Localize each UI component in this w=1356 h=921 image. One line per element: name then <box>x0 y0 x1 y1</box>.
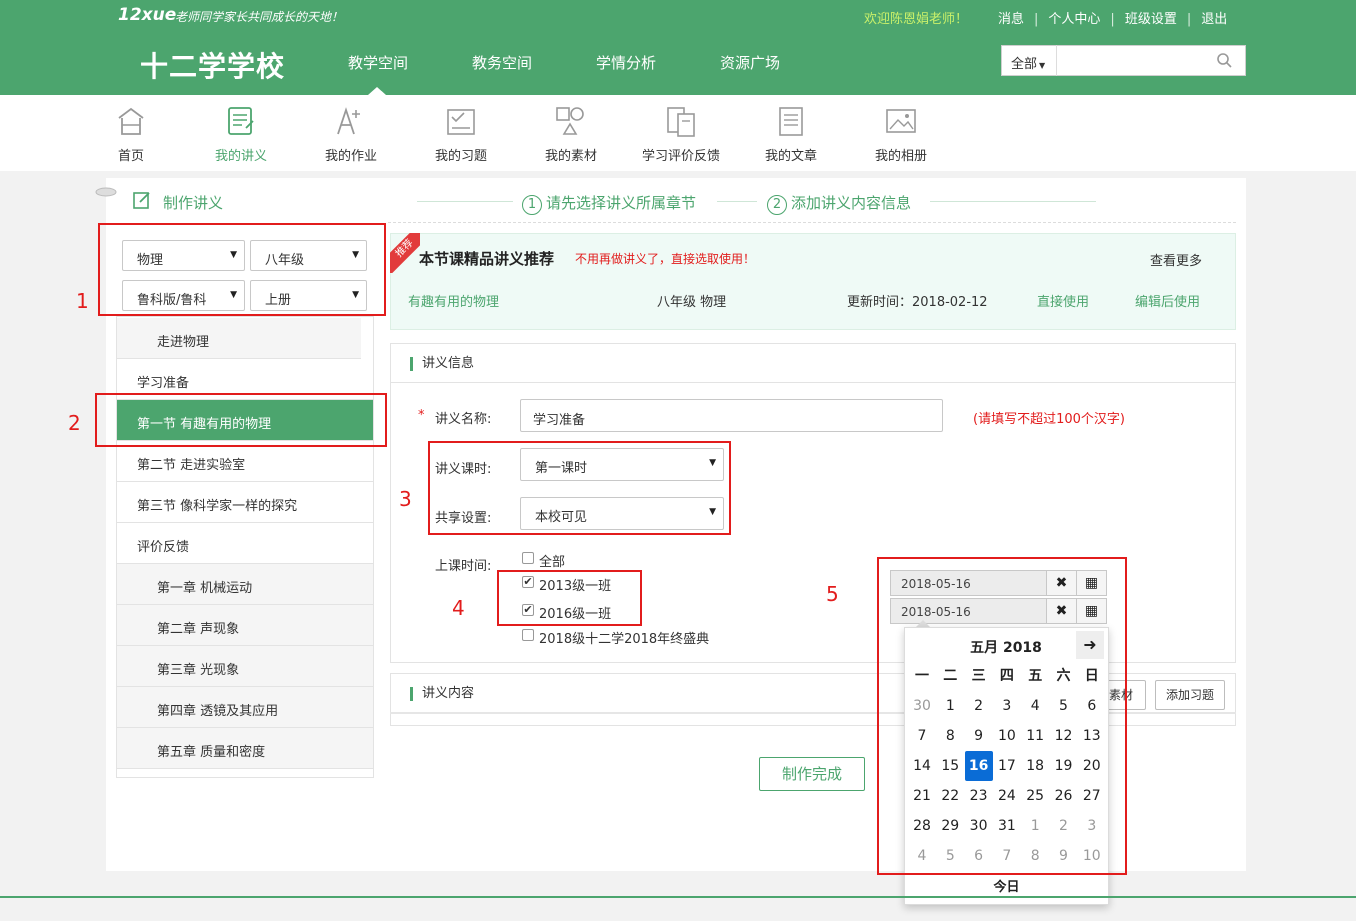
add-exercise-button[interactable]: 添加习题 <box>1155 680 1225 710</box>
class-checkbox-all[interactable] <box>522 552 534 564</box>
class-label: 2018级十二学2018年终盛典 <box>539 632 710 647</box>
annotation-label-4: 4 <box>452 596 465 620</box>
view-more-link[interactable]: 查看更多 <box>1150 250 1202 269</box>
edit-then-use-link[interactable]: 编辑后使用 <box>1135 291 1200 310</box>
article-icon[interactable] <box>766 104 816 138</box>
exercise-icon[interactable] <box>436 104 486 138</box>
nav-academic[interactable]: 教务空间 <box>472 52 532 73</box>
annotation-box-1 <box>98 223 386 316</box>
notes-icon[interactable] <box>216 104 266 138</box>
feedback-icon[interactable] <box>656 104 706 138</box>
annotation-box-3 <box>428 441 731 535</box>
iconbar-exercise-label[interactable]: 我的习题 <box>411 145 511 164</box>
chapter-item[interactable]: 第三章 光现象 <box>117 646 373 687</box>
annotation-label-5: 5 <box>826 582 839 606</box>
chapter-item[interactable]: 第二章 声现象 <box>117 605 373 646</box>
info-section-title: 讲义信息 <box>410 357 474 371</box>
name-input[interactable]: 学习准备 <box>520 399 943 432</box>
class-label: 全部 <box>539 555 566 570</box>
page-title: 制作讲义 <box>163 194 224 212</box>
iconbar-feedback-label[interactable]: 学习评价反馈 <box>631 145 731 164</box>
pin-icon <box>95 187 117 197</box>
iconbar-notes-label[interactable]: 我的讲义 <box>191 145 291 164</box>
nav-active-indicator <box>368 87 386 95</box>
recommend-name-link[interactable]: 有趣有用的物理 <box>408 291 499 310</box>
iconbar-article-label[interactable]: 我的文章 <box>741 145 841 164</box>
today-button[interactable]: 今日 <box>904 876 1109 895</box>
annotation-label-3: 3 <box>399 487 412 511</box>
step-line <box>717 201 757 202</box>
home-icon[interactable] <box>106 104 156 138</box>
finish-button[interactable]: 制作完成 <box>759 757 865 791</box>
site-logo[interactable]: 12xue <box>118 5 176 25</box>
recommend-updated: 更新时间：2018-02-12 <box>847 295 988 310</box>
name-label: 讲义名称: <box>435 412 492 427</box>
school-name[interactable]: 十二学学校 <box>140 45 285 85</box>
footer-line <box>0 896 1356 898</box>
top-links: 消息 | 个人中心 | 班级设置 | 退出 <box>998 12 1228 27</box>
nav-teaching[interactable]: 教学空间 <box>348 52 408 73</box>
logout-link[interactable]: 退出 <box>1201 12 1227 27</box>
material-icon[interactable] <box>546 104 596 138</box>
chapter-item[interactable]: 第四章 透镜及其应用 <box>117 687 373 728</box>
name-hint: (请填写不超过100个汉字) <box>973 412 1125 427</box>
step-2: 2 添加讲义内容信息 <box>767 192 911 215</box>
iconbar-material-label[interactable]: 我的素材 <box>521 145 621 164</box>
search-scope-select[interactable]: 全部 ▼ <box>1001 45 1057 76</box>
annotation-box-5 <box>877 557 1127 875</box>
use-directly-link[interactable]: 直接使用 <box>1037 291 1089 310</box>
annotation-box-4 <box>497 570 642 626</box>
album-icon[interactable] <box>876 104 926 138</box>
welcome-text: 欢迎陈恩娟老师！ <box>864 12 969 27</box>
chapter-item[interactable]: 走进物理 <box>117 318 361 359</box>
recommend-ribbon: 推荐 <box>390 233 420 273</box>
content-section-title: 讲义内容 <box>410 687 474 701</box>
step-line <box>417 201 513 202</box>
iconbar-home-label[interactable]: 首页 <box>81 145 181 164</box>
homework-icon[interactable] <box>326 104 376 138</box>
step-1: 1 请先选择讲义所属章节 <box>522 192 696 215</box>
chapter-item[interactable]: 第二节 走进实验室 <box>117 441 373 482</box>
edit-icon <box>133 192 150 209</box>
nav-resources[interactable]: 资源广场 <box>720 52 780 73</box>
class-checkbox[interactable] <box>522 629 534 641</box>
annotation-box-2 <box>95 393 387 447</box>
chapter-item[interactable]: 第五章 质量和密度 <box>117 728 373 769</box>
search-icon[interactable] <box>1216 52 1232 68</box>
messages-link[interactable]: 消息 <box>998 12 1024 27</box>
chapter-item[interactable]: 第三节 像科学家一样的探究 <box>117 482 373 523</box>
required-mark: * <box>418 408 425 423</box>
step-line <box>930 201 1096 202</box>
time-label: 上课时间: <box>435 559 492 574</box>
class-settings-link[interactable]: 班级设置 <box>1125 12 1177 27</box>
chapter-item[interactable]: 评价反馈 <box>117 523 373 564</box>
nav-analysis[interactable]: 学情分析 <box>596 52 656 73</box>
iconbar-homework-label[interactable]: 我的作业 <box>301 145 401 164</box>
site-slogan: 老师同学家长共同成长的天地！ <box>175 10 344 24</box>
profile-link[interactable]: 个人中心 <box>1048 12 1100 27</box>
iconbar-album-label[interactable]: 我的相册 <box>851 145 951 164</box>
annotation-label-1: 1 <box>76 289 89 313</box>
divider <box>388 222 1236 223</box>
recommend-title: 本节课精品讲义推荐 <box>419 250 555 268</box>
info-section-header <box>390 343 1236 383</box>
recommend-grade-subject: 八年级 物理 <box>657 295 727 310</box>
chapter-item[interactable]: 第一章 机械运动 <box>117 564 373 605</box>
annotation-label-2: 2 <box>68 411 81 435</box>
recommend-note: 不用再做讲义了，直接选取使用！ <box>575 252 756 266</box>
